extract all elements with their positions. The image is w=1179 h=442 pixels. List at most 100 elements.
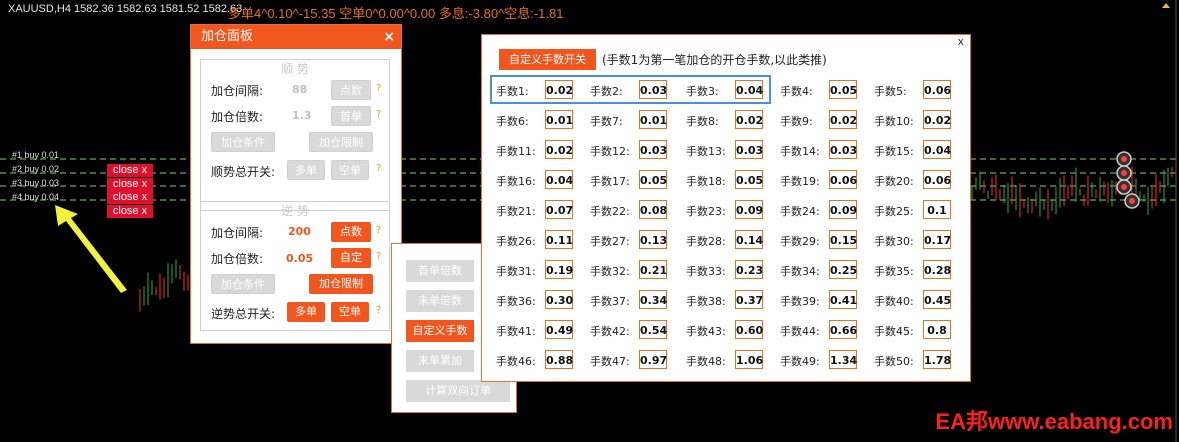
trend-interval-value[interactable]: 88	[292, 83, 307, 96]
help-icon[interactable]: ?	[376, 225, 381, 236]
lot-label-41: 手数41:	[496, 325, 536, 338]
calc-two-way-button[interactable]: 计算双向订单	[406, 380, 510, 402]
lot-label-23: 手数23:	[686, 205, 726, 218]
counter-multiplier-mode-button[interactable]: 自定	[331, 248, 371, 268]
lot-input-29[interactable]: 0.15	[829, 230, 857, 249]
lot-label-1: 手数1:	[496, 85, 529, 98]
lot-input-49[interactable]: 1.34	[829, 350, 857, 369]
lot-input-48[interactable]: 1.06	[735, 350, 763, 369]
counter-group: 逆 势 加仓间隔: 200 点数 ? 加仓倍数: 0.05 自定 ? 加仓条件 …	[200, 201, 390, 331]
lot-input-50[interactable]: 1.78	[923, 350, 951, 369]
order-marker-dot-icon-1	[1121, 156, 1127, 162]
lot-input-26[interactable]: 0.11	[545, 230, 573, 249]
lot-input-13[interactable]: 0.03	[735, 140, 763, 159]
help-icon[interactable]: ?	[376, 305, 381, 316]
lot-input-23[interactable]: 0.09	[735, 200, 763, 219]
close-order-button-1[interactable]: close x	[107, 164, 153, 177]
lot-input-16[interactable]: 0.04	[545, 170, 573, 189]
lot-input-35[interactable]: 0.28	[923, 260, 951, 279]
lot-input-39[interactable]: 0.41	[829, 290, 857, 309]
trend-interval-mode-button[interactable]: 点数	[331, 80, 371, 100]
custom-lots-toggle-button[interactable]: 自定义手数开关	[499, 49, 596, 70]
trend-group: 顺 势 加仓间隔: 88 点数 ? 加仓倍数: 1.3 首单 ? 加仓条件 加仓…	[200, 59, 390, 211]
counter-multiplier-value[interactable]: 0.05	[286, 252, 313, 265]
last-order-accumulate-button[interactable]: 末单累加	[406, 350, 474, 372]
trend-long-button[interactable]: 多单	[287, 160, 325, 180]
lot-input-31[interactable]: 0.19	[545, 260, 573, 279]
lot-input-4[interactable]: 0.05	[829, 80, 857, 99]
lot-input-6[interactable]: 0.01	[545, 110, 573, 129]
lot-input-18[interactable]: 0.05	[735, 170, 763, 189]
lot-input-2[interactable]: 0.03	[639, 80, 667, 99]
last-order-multiplier-button[interactable]: 末单倍数	[406, 290, 474, 312]
counter-limit-button[interactable]: 加仓限制	[309, 274, 373, 294]
close-order-button-3[interactable]: close x	[107, 191, 153, 204]
close-order-button-2[interactable]: close x	[107, 178, 153, 191]
lot-input-44[interactable]: 0.66	[829, 320, 857, 339]
lot-input-14[interactable]: 0.03	[829, 140, 857, 159]
help-icon[interactable]: ?	[376, 251, 381, 262]
lot-input-9[interactable]: 0.02	[829, 110, 857, 129]
counter-interval-mode-button[interactable]: 点数	[331, 222, 371, 242]
counter-condition-button[interactable]: 加仓条件	[211, 274, 275, 294]
help-icon[interactable]: ?	[376, 83, 381, 94]
lot-input-24[interactable]: 0.09	[829, 200, 857, 219]
lot-input-19[interactable]: 0.06	[829, 170, 857, 189]
trend-short-button[interactable]: 空单	[331, 160, 369, 180]
lot-input-8[interactable]: 0.02	[735, 110, 763, 129]
lot-input-10[interactable]: 0.02	[923, 110, 951, 129]
trend-limit-button[interactable]: 加仓限制	[309, 132, 373, 152]
counter-interval-value[interactable]: 200	[288, 225, 311, 238]
lot-input-33[interactable]: 0.23	[735, 260, 763, 279]
lot-input-7[interactable]: 0.01	[639, 110, 667, 129]
lot-input-20[interactable]: 0.06	[923, 170, 951, 189]
trend-multiplier-value[interactable]: 1.3	[292, 109, 312, 122]
trend-interval-label: 加仓间隔:	[211, 84, 264, 98]
lot-input-25[interactable]: 0.1	[923, 200, 951, 219]
lot-input-5[interactable]: 0.06	[923, 80, 951, 99]
trend-condition-button[interactable]: 加仓条件	[211, 132, 275, 152]
lot-input-21[interactable]: 0.07	[545, 200, 573, 219]
position-stats: 多单4^0.10^-15.35 空单0^0.00^0.00 多息:-3.80^空…	[228, 6, 564, 21]
close-order-button-4[interactable]: close x	[107, 205, 153, 218]
lot-input-28[interactable]: 0.14	[735, 230, 763, 249]
lot-input-27[interactable]: 0.13	[639, 230, 667, 249]
lot-input-45[interactable]: 0.8	[923, 320, 951, 339]
lot-input-11[interactable]: 0.02	[545, 140, 573, 159]
lot-input-36[interactable]: 0.30	[545, 290, 573, 309]
lot-input-30[interactable]: 0.17	[923, 230, 951, 249]
lot-input-38[interactable]: 0.37	[735, 290, 763, 309]
lot-input-32[interactable]: 0.21	[639, 260, 667, 279]
lot-input-12[interactable]: 0.03	[639, 140, 667, 159]
lot-label-16: 手数16:	[496, 175, 536, 188]
order-label-3: #3 buy 0.03	[12, 178, 60, 188]
lot-input-47[interactable]: 0.97	[639, 350, 667, 369]
counter-long-button[interactable]: 多单	[287, 302, 325, 322]
close-icon[interactable]: x	[957, 35, 964, 48]
help-icon[interactable]: ?	[376, 163, 381, 174]
lot-label-49: 手数49:	[780, 355, 820, 368]
lot-input-46[interactable]: 0.88	[545, 350, 573, 369]
lot-input-1[interactable]: 0.02	[545, 80, 573, 99]
first-order-multiplier-button[interactable]: 首单倍数	[406, 260, 474, 282]
counter-multiplier-label: 加仓倍数:	[211, 252, 264, 266]
help-icon[interactable]: ?	[376, 109, 381, 120]
lot-label-12: 手数12:	[590, 145, 630, 158]
lot-label-18: 手数18:	[686, 175, 726, 188]
lot-input-3[interactable]: 0.04	[735, 80, 763, 99]
lot-input-42[interactable]: 0.54	[639, 320, 667, 339]
lot-input-43[interactable]: 0.60	[735, 320, 763, 339]
lot-label-25: 手数25:	[874, 205, 914, 218]
lot-input-22[interactable]: 0.08	[639, 200, 667, 219]
lot-input-37[interactable]: 0.34	[639, 290, 667, 309]
lot-input-15[interactable]: 0.04	[923, 140, 951, 159]
close-icon[interactable]: ×	[383, 25, 395, 49]
custom-lots-button[interactable]: 自定义手数	[406, 320, 474, 342]
lot-input-34[interactable]: 0.25	[829, 260, 857, 279]
lot-input-17[interactable]: 0.05	[639, 170, 667, 189]
lot-label-14: 手数14:	[780, 145, 820, 158]
lot-input-41[interactable]: 0.49	[545, 320, 573, 339]
trend-multiplier-mode-button[interactable]: 首单	[331, 106, 371, 126]
lot-input-40[interactable]: 0.45	[923, 290, 951, 309]
counter-short-button[interactable]: 空单	[331, 302, 369, 322]
